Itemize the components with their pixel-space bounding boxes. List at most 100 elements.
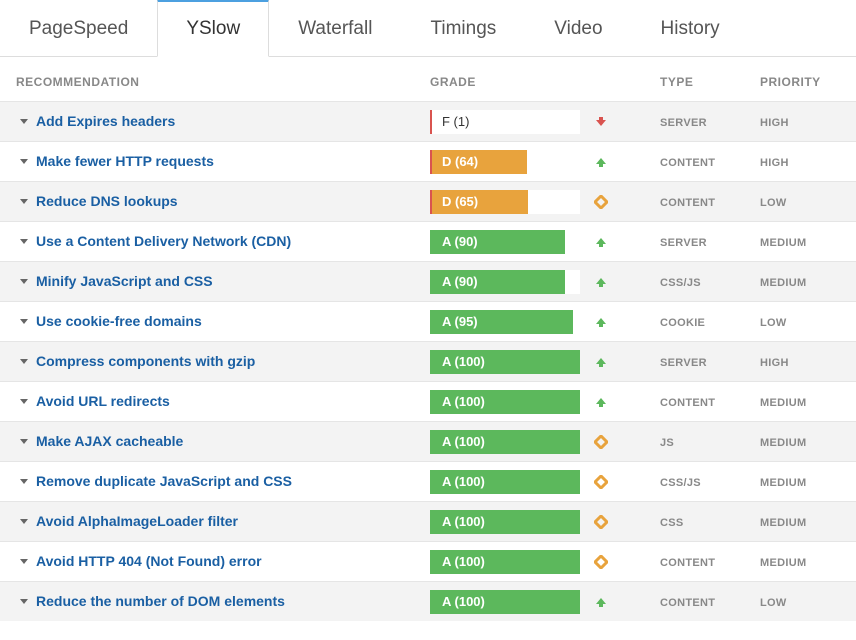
expand-caret-icon[interactable]	[20, 599, 28, 604]
expand-caret-icon[interactable]	[20, 199, 28, 204]
recommendation-link[interactable]: Use a Content Delivery Network (CDN)	[36, 233, 291, 249]
tab-yslow[interactable]: YSlow	[157, 0, 269, 57]
recommendation-link[interactable]: Avoid AlphaImageLoader filter	[36, 513, 238, 529]
grade-cell: A (100)	[430, 590, 660, 614]
tabs-bar: PageSpeedYSlowWaterfallTimingsVideoHisto…	[0, 0, 856, 57]
type-label: JS	[660, 437, 674, 449]
grade-cell: A (90)	[430, 270, 660, 294]
grade-bar: A (100)	[430, 590, 580, 614]
tab-video[interactable]: Video	[525, 1, 631, 57]
recommendation-link[interactable]: Minify JavaScript and CSS	[36, 273, 213, 289]
type-label: CONTENT	[660, 597, 715, 609]
table-row: Remove duplicate JavaScript and CSS A (10…	[0, 461, 856, 501]
diamond-icon	[594, 435, 608, 449]
recommendation-link[interactable]: Compress components with gzip	[36, 353, 255, 369]
arrow-up-icon	[594, 595, 608, 609]
grade-fill: A (100)	[432, 350, 580, 374]
expand-caret-icon[interactable]	[20, 399, 28, 404]
priority-cell: LOW	[760, 193, 840, 211]
priority-label: MEDIUM	[760, 477, 806, 489]
recommendation-cell[interactable]: Use cookie-free domains	[0, 313, 430, 331]
recommendation-link[interactable]: Use cookie-free domains	[36, 313, 202, 329]
recommendation-cell[interactable]: Remove duplicate JavaScript and CSS	[0, 473, 430, 491]
table-row: Compress components with gzipA (100)SERV…	[0, 341, 856, 381]
type-label: CONTENT	[660, 157, 715, 169]
priority-cell: MEDIUM	[760, 513, 840, 531]
expand-caret-icon[interactable]	[20, 159, 28, 164]
recommendation-cell[interactable]: Reduce DNS lookups	[0, 193, 430, 211]
grade-fill: A (100)	[432, 470, 580, 494]
grade-cell: A (90)	[430, 230, 660, 254]
priority-cell: MEDIUM	[760, 553, 840, 571]
recommendation-cell[interactable]: Add Expires headers	[0, 113, 430, 131]
type-cell: CSS/JS	[660, 473, 760, 491]
type-label: CSS/JS	[660, 477, 701, 489]
expand-caret-icon[interactable]	[20, 479, 28, 484]
recommendation-cell[interactable]: Avoid HTTP 404 (Not Found) error	[0, 553, 430, 571]
grade-cell: D (65)	[430, 190, 660, 214]
type-label: CONTENT	[660, 197, 715, 209]
grade-bar: A (100)	[430, 470, 580, 494]
header-grade[interactable]: GRADE	[430, 75, 660, 89]
recommendation-link[interactable]: Make fewer HTTP requests	[36, 153, 214, 169]
arrow-up-icon	[594, 315, 608, 329]
recommendation-cell[interactable]: Avoid AlphaImageLoader filter	[0, 513, 430, 531]
priority-cell: HIGH	[760, 353, 840, 371]
table-row: Use cookie-free domainsA (95)COOKIELOW	[0, 301, 856, 341]
diamond-icon	[594, 195, 608, 209]
expand-caret-icon[interactable]	[20, 559, 28, 564]
tab-timings[interactable]: Timings	[401, 1, 525, 57]
grade-fill: A (100)	[432, 590, 580, 614]
recommendation-cell[interactable]: Reduce the number of DOM elements	[0, 593, 430, 611]
priority-cell: MEDIUM	[760, 393, 840, 411]
expand-caret-icon[interactable]	[20, 519, 28, 524]
header-type[interactable]: TYPE	[660, 75, 760, 89]
type-label: CONTENT	[660, 397, 715, 409]
grade-bar: A (90)	[430, 270, 580, 294]
expand-caret-icon[interactable]	[20, 359, 28, 364]
tab-history[interactable]: History	[632, 1, 749, 57]
recommendation-cell[interactable]: Make AJAX cacheable	[0, 433, 430, 451]
tab-pagespeed[interactable]: PageSpeed	[0, 1, 157, 57]
type-cell: CONTENT	[660, 393, 760, 411]
recommendation-link[interactable]: Add Expires headers	[36, 113, 175, 129]
recommendation-link[interactable]: Reduce DNS lookups	[36, 193, 178, 209]
table-row: Make fewer HTTP requestsD (64)CONTENTHIG…	[0, 141, 856, 181]
arrow-up-icon	[594, 395, 608, 409]
header-recommendation[interactable]: RECOMMENDATION	[0, 75, 430, 89]
recommendation-cell[interactable]: Make fewer HTTP requests	[0, 153, 430, 171]
recommendation-link[interactable]: Make AJAX cacheable	[36, 433, 183, 449]
grade-cell: A (100)	[430, 350, 660, 374]
grade-fill: A (90)	[432, 270, 565, 294]
priority-cell: LOW	[760, 593, 840, 611]
recommendation-cell[interactable]: Use a Content Delivery Network (CDN)	[0, 233, 430, 251]
recommendation-link[interactable]: Remove duplicate JavaScript and CSS	[36, 473, 292, 489]
grade-bar: A (100)	[430, 510, 580, 534]
grade-box: F (1)	[430, 110, 580, 134]
recommendation-cell[interactable]: Minify JavaScript and CSS	[0, 273, 430, 291]
expand-caret-icon[interactable]	[20, 319, 28, 324]
expand-caret-icon[interactable]	[20, 279, 28, 284]
grade-cell: A (100)	[430, 430, 660, 454]
header-priority[interactable]: PRIORITY	[760, 75, 840, 89]
recommendations-table: RECOMMENDATION GRADE TYPE PRIORITY Add E…	[0, 57, 856, 621]
priority-cell: HIGH	[760, 153, 840, 171]
recommendation-link[interactable]: Avoid URL redirects	[36, 393, 170, 409]
grade-bar: A (90)	[430, 230, 580, 254]
recommendation-cell[interactable]: Compress components with gzip	[0, 353, 430, 371]
priority-label: LOW	[760, 197, 787, 209]
expand-caret-icon[interactable]	[20, 119, 28, 124]
tab-waterfall[interactable]: Waterfall	[269, 1, 401, 57]
grade-fill: A (100)	[432, 430, 580, 454]
grade-cell: A (100)	[430, 390, 660, 414]
expand-caret-icon[interactable]	[20, 439, 28, 444]
type-label: CSS	[660, 517, 684, 529]
recommendation-cell[interactable]: Avoid URL redirects	[0, 393, 430, 411]
priority-label: HIGH	[760, 357, 789, 369]
grade-fill: A (100)	[432, 390, 580, 414]
arrow-up-icon	[594, 275, 608, 289]
recommendation-link[interactable]: Avoid HTTP 404 (Not Found) error	[36, 553, 262, 569]
priority-cell: MEDIUM	[760, 433, 840, 451]
recommendation-link[interactable]: Reduce the number of DOM elements	[36, 593, 285, 609]
expand-caret-icon[interactable]	[20, 239, 28, 244]
